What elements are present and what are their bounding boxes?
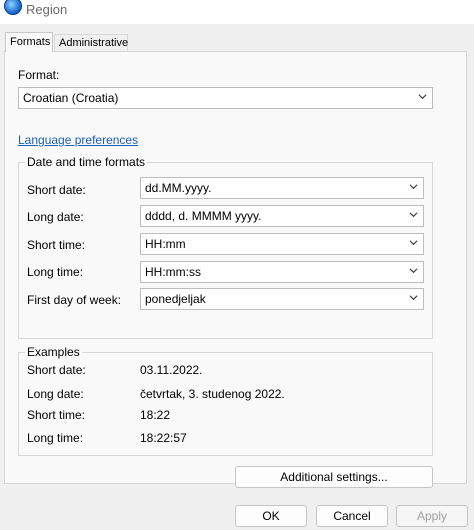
short-time-value: HH:mm bbox=[145, 237, 186, 251]
long-date-label: Long date: bbox=[27, 210, 84, 224]
region-globe-icon bbox=[4, 0, 22, 15]
tab-formats[interactable]: Formats bbox=[5, 32, 53, 52]
additional-settings-button[interactable]: Additional settings... bbox=[235, 466, 433, 488]
short-time-dropdown[interactable]: HH:mm bbox=[140, 233, 424, 255]
chevron-down-icon bbox=[418, 92, 427, 101]
format-label: Format: bbox=[18, 68, 60, 82]
chevron-down-icon bbox=[409, 238, 418, 247]
long-time-label: Long time: bbox=[27, 265, 84, 279]
apply-button[interactable]: Apply bbox=[396, 505, 468, 527]
first-day-of-week-value: ponedjeljak bbox=[145, 292, 206, 306]
tab-administrative[interactable]: Administrative bbox=[54, 34, 128, 51]
tab-strip: Formats Administrative bbox=[0, 24, 474, 52]
chevron-down-icon bbox=[409, 266, 418, 275]
long-time-dropdown[interactable]: HH:mm:ss bbox=[140, 261, 424, 283]
short-date-label: Short date: bbox=[27, 183, 86, 197]
short-date-value: dd.MM.yyyy. bbox=[145, 181, 212, 195]
first-day-of-week-label: First day of week: bbox=[27, 293, 122, 307]
ok-button[interactable]: OK bbox=[235, 505, 307, 527]
example-short-time-value: 18:22 bbox=[140, 408, 171, 422]
example-short-time-label: Short time: bbox=[27, 408, 86, 422]
short-date-dropdown[interactable]: dd.MM.yyyy. bbox=[140, 177, 424, 199]
first-day-of-week-dropdown[interactable]: ponedjeljak bbox=[140, 288, 424, 310]
format-dropdown[interactable]: Croatian (Croatia) bbox=[18, 87, 433, 109]
long-time-value: HH:mm:ss bbox=[145, 265, 201, 279]
example-long-time-value: 18:22:57 bbox=[140, 431, 187, 445]
cancel-button[interactable]: Cancel bbox=[316, 505, 388, 527]
example-long-time-label: Long time: bbox=[27, 431, 84, 445]
long-date-value: dddd, d. MMMM yyyy. bbox=[145, 209, 262, 223]
chevron-down-icon bbox=[409, 293, 418, 302]
chevron-down-icon bbox=[409, 210, 418, 219]
examples-title: Examples bbox=[25, 345, 82, 359]
example-long-date-value: četvrtak, 3. studenog 2022. bbox=[140, 387, 285, 401]
long-date-dropdown[interactable]: dddd, d. MMMM yyyy. bbox=[140, 205, 424, 227]
format-value: Croatian (Croatia) bbox=[23, 91, 119, 105]
date-time-formats-title: Date and time formats bbox=[25, 155, 148, 169]
window-title: Region bbox=[26, 2, 68, 17]
example-long-date-label: Long date: bbox=[27, 387, 84, 401]
chevron-down-icon bbox=[409, 182, 418, 191]
short-time-label: Short time: bbox=[27, 238, 86, 252]
example-short-date-label: Short date: bbox=[27, 363, 86, 377]
example-short-date-value: 03.11.2022. bbox=[140, 363, 203, 377]
title-bar: Region bbox=[0, 0, 474, 24]
language-preferences-link[interactable]: Language preferences bbox=[18, 133, 138, 147]
